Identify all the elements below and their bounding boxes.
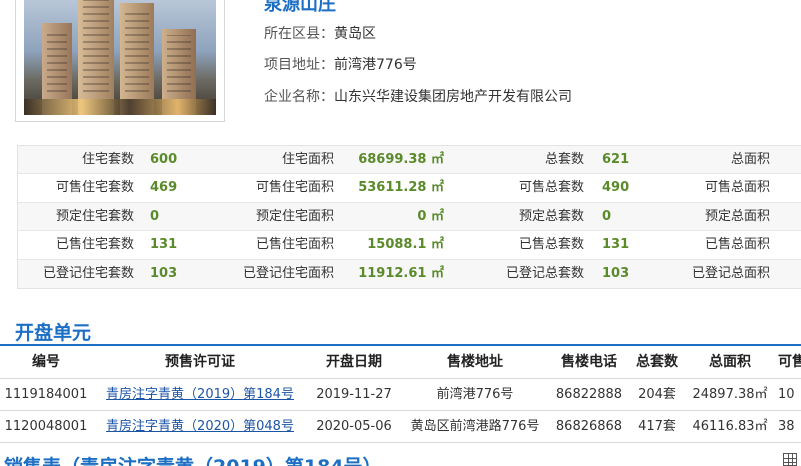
company-line: 企业名称：山东兴华建设集团房地产开发有限公司 — [264, 86, 572, 106]
stat-label: 可售总套数 — [518, 180, 584, 196]
table-header-row: 编号 预售许可证 开盘日期 售楼地址 售楼电话 总套数 总面积 可售 — [0, 346, 801, 379]
stat-label: 总面积 — [730, 152, 770, 167]
cell-phone: 86826868 — [555, 419, 623, 434]
cell-date: 2020-05-06 — [316, 419, 392, 434]
stat-label: 预定住宅套数 — [55, 208, 134, 224]
next-section-title: 销售表（青房注字青黄（2019）第184号） — [4, 456, 382, 466]
stat-value: 0 — [150, 208, 160, 224]
company-value: 山东兴华建设集团房地产开发有限公司 — [334, 89, 572, 105]
stat-value: 131 — [602, 237, 630, 253]
stat-label: 预定住宅面积 — [255, 208, 334, 224]
next-section-peek: 销售表（青房注字青黄（2019）第184号） — [0, 456, 801, 466]
stat-value: 68699.38 ㎡ — [358, 152, 444, 167]
stat-label: 已售住宅套数 — [55, 237, 134, 253]
col-header-permit: 预售许可证 — [165, 354, 235, 370]
stats-row: 预定住宅套数 0 预定住宅面积 0 ㎡ 预定总套数 0 预定总面积 — [18, 202, 801, 232]
stat-label: 已登记住宅套数 — [42, 265, 134, 281]
district-line: 所在区县：黄岛区 — [264, 23, 376, 43]
col-header-id: 编号 — [32, 354, 60, 370]
stat-label: 已登记总套数 — [505, 265, 584, 281]
stat-label: 已登记住宅面积 — [242, 265, 334, 281]
stats-row: 已登记住宅套数 103 已登记住宅面积 11912.61 ㎡ 已登记总套数 10… — [18, 259, 801, 288]
col-header-sales-address: 售楼地址 — [447, 354, 503, 370]
cell-units: 417套 — [638, 419, 676, 434]
stat-value: 469 — [150, 180, 178, 196]
stat-label: 可售住宅套数 — [55, 180, 134, 196]
district-label: 所在区县： — [264, 26, 334, 42]
stat-value: 600 — [150, 152, 178, 167]
stats-row: 住宅套数 600 住宅面积 68699.38 ㎡ 总套数 621 总面积 — [18, 146, 801, 175]
stat-value: 0 ㎡ — [417, 208, 444, 224]
permit-link[interactable]: 青房注字青黄（2020）第048号 — [106, 419, 294, 434]
stat-label: 已售住宅面积 — [255, 237, 334, 253]
cell-permit: 青房注字青黄（2020）第048号 — [100, 411, 300, 443]
cell-date: 2019-11-27 — [316, 387, 392, 402]
cell-area: 46116.83㎡ — [692, 419, 768, 434]
stats-row: 可售住宅套数 469 可售住宅面积 53611.28 ㎡ 可售总套数 490 可… — [18, 174, 801, 203]
cell-phone: 86822888 — [555, 387, 623, 402]
cell-units: 204套 — [638, 387, 676, 402]
stat-value: 15088.1 ㎡ — [367, 237, 444, 253]
cell-sales-address: 黄岛区前湾港路776号 — [410, 419, 540, 434]
address-line: 项目地址：前湾港776号 — [264, 54, 417, 74]
cell-id: 1120048001 — [4, 419, 88, 434]
stat-label: 已登记总面积 — [691, 265, 770, 281]
stat-value: 53611.28 ㎡ — [358, 180, 444, 196]
cell-available: 10 — [778, 387, 795, 402]
project-name: 泉源山庄 — [264, 0, 336, 15]
col-header-units: 总套数 — [636, 354, 678, 370]
cell-available: 38 — [778, 419, 795, 434]
stat-label: 已售总面积 — [704, 237, 770, 253]
stat-label: 住宅面积 — [281, 152, 334, 167]
address-label: 项目地址： — [264, 57, 334, 73]
stat-value: 0 — [602, 208, 612, 224]
stat-label: 可售总面积 — [704, 180, 770, 196]
cell-area: 24897.38㎡ — [692, 387, 768, 402]
stat-value: 11912.61 ㎡ — [358, 265, 444, 281]
stat-label: 预定总套数 — [518, 208, 584, 224]
stats-row: 已售住宅套数 131 已售住宅面积 15088.1 ㎡ 已售总套数 131 已售… — [18, 231, 801, 260]
stat-value: 131 — [150, 237, 178, 253]
project-photo-frame — [15, 0, 225, 122]
stat-label: 已售总套数 — [518, 237, 584, 253]
cell-permit: 青房注字青黄（2019）第184号 — [100, 379, 300, 411]
stat-value: 103 — [150, 265, 178, 281]
stat-label: 住宅套数 — [81, 152, 134, 167]
stat-label: 预定总面积 — [704, 208, 770, 224]
stat-label: 可售住宅面积 — [255, 180, 334, 196]
project-photo — [24, 0, 216, 115]
units-table: 编号 预售许可证 开盘日期 售楼地址 售楼电话 总套数 总面积 可售 11191… — [0, 346, 801, 443]
col-header-available: 可售 — [778, 354, 801, 370]
col-header-area: 总面积 — [709, 354, 751, 370]
company-label: 企业名称： — [264, 89, 334, 105]
stat-label: 总套数 — [544, 152, 584, 167]
district-value: 黄岛区 — [334, 26, 376, 42]
stat-value: 490 — [602, 180, 630, 196]
stat-value: 621 — [602, 152, 630, 167]
col-header-date: 开盘日期 — [326, 354, 382, 370]
col-header-phone: 售楼电话 — [561, 354, 617, 370]
permit-link[interactable]: 青房注字青黄（2019）第184号 — [106, 387, 294, 402]
address-value: 前湾港776号 — [334, 57, 417, 73]
table-grid-icon[interactable] — [783, 453, 797, 466]
table-row: 1119184001 青房注字青黄（2019）第184号 2019-11-27 … — [0, 379, 801, 411]
stats-table: 住宅套数 600 住宅面积 68699.38 ㎡ 总套数 621 总面积 可售住… — [17, 145, 801, 289]
units-section-title: 开盘单元 — [15, 322, 92, 344]
table-row: 1120048001 青房注字青黄（2020）第048号 2020-05-06 … — [0, 411, 801, 443]
cell-sales-address: 前湾港776号 — [436, 387, 514, 402]
stat-value: 103 — [602, 265, 630, 281]
cell-id: 1119184001 — [4, 387, 88, 402]
